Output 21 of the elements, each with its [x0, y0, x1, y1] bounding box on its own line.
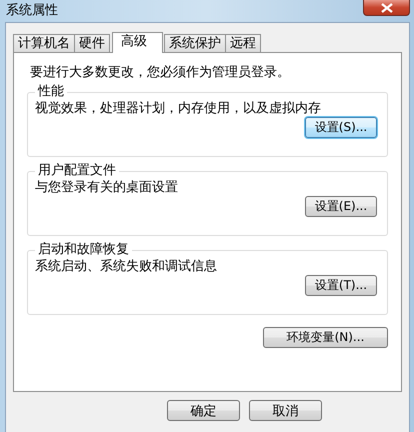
group-description: 视觉效果，处理器计划，内存使用，以及虚拟内存 — [35, 101, 322, 117]
settings-button[interactable]: 设置(E)... — [305, 196, 377, 217]
tab[interactable]: 高级 — [112, 32, 163, 53]
dialog-button[interactable]: 确定 — [167, 400, 240, 421]
dialog-button[interactable]: 取消 — [249, 400, 322, 421]
window-title: 系统属性 — [6, 2, 58, 20]
group-title: 性能 — [36, 85, 65, 99]
tab[interactable]: 远程 — [225, 34, 261, 52]
close-icon — [380, 2, 392, 12]
settings-button[interactable]: 设置(S)... — [305, 117, 377, 138]
tab[interactable]: 硬件 — [74, 34, 110, 52]
tab[interactable]: 计算机名 — [13, 34, 75, 52]
close-button[interactable] — [363, 0, 410, 16]
environment-variables-button[interactable]: 环境变量(N)... — [263, 327, 388, 348]
tab[interactable]: 系统保护 — [164, 34, 226, 52]
settings-button[interactable]: 设置(T)... — [305, 275, 377, 296]
group-description: 系统启动、系统失败和调试信息 — [35, 259, 218, 275]
group-title: 启动和故障恢复 — [37, 243, 130, 257]
group-title: 用户配置文件 — [37, 164, 117, 178]
notice-text: 要进行大多数更改，您必须作为管理员登录。 — [30, 65, 291, 81]
group-description: 与您登录有关的桌面设置 — [35, 180, 179, 196]
